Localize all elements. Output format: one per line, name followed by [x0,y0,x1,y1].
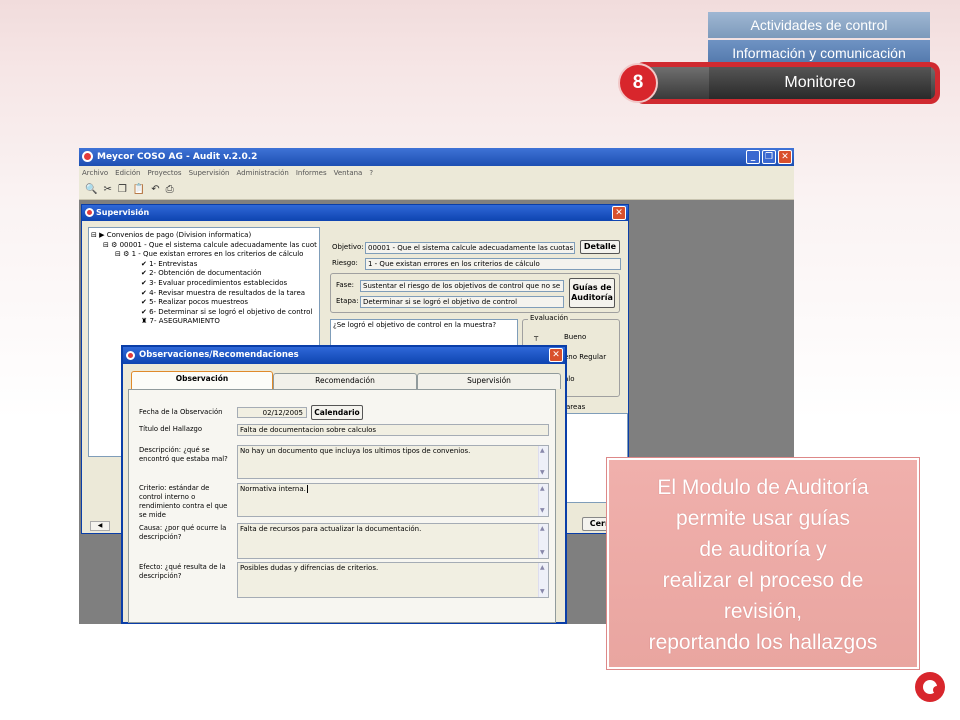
cut-icon[interactable]: ✂ [103,184,111,195]
caption-line: de auditoría y [699,538,827,561]
caption-line: permite usar guías [676,507,850,530]
caption-box: El Modulo de Auditoría permite usar guía… [606,457,920,670]
scrollbar[interactable] [538,563,548,597]
tree-node[interactable]: ⊟ ⚙ 1 - Que existan errores en los crite… [91,250,317,260]
etapa-field[interactable]: Determinar si se logró el objetivo de co… [360,296,564,308]
app-title: Meycor COSO AG - Audit v.2.0.2 [97,152,258,162]
fase-label: Fase: [336,281,354,289]
titulo-field[interactable]: Falta de documentacion sobre calculos [237,424,549,436]
tree-node[interactable]: ♜ 7- ASEGURAMIENTO [91,317,317,327]
search-icon[interactable]: 🔍 [85,184,97,195]
caption-line: realizar el proceso de [662,569,864,592]
criterio-field[interactable]: Normativa interna. [237,483,549,517]
efecto-label: Efecto: ¿qué resulta de la descripción? [139,563,226,580]
detalle-button[interactable]: Detalle [580,240,620,254]
menu-informes[interactable]: Informes [296,166,327,180]
question-box[interactable]: ¿Se logró el objetivo de control en la m… [330,319,518,347]
menu-ventana[interactable]: Ventana [334,166,363,180]
tareas-tab[interactable]: areas [566,403,585,411]
observations-titlebar: Observaciones/Recomendaciones ✕ [123,347,565,364]
slider-handle-icon[interactable]: ┬ [534,333,538,341]
minimize-icon[interactable]: _ [746,150,760,164]
copy-icon[interactable]: ❐ [118,184,127,195]
caption-line: El Modulo de Auditoría [657,476,869,499]
tab-observacion[interactable]: Observación [131,371,273,389]
window-icon [85,208,94,217]
close-icon[interactable]: ✕ [778,150,792,164]
scrollbar[interactable] [538,484,548,516]
evaluacion-label: Evaluación [528,314,571,322]
menu-help[interactable]: ? [369,166,373,180]
tab-supervision[interactable]: Supervisión [417,373,561,389]
riesgo-label: Riesgo: [332,259,358,267]
guias-auditoria-button[interactable]: Guías de Auditoría [569,278,615,308]
toolbar: 🔍 ✂ ❐ 📋 ↶ ⎙ [79,180,794,200]
tree-node[interactable]: ⊟ ▶ Convenios de pago (Division informat… [91,231,317,241]
caption-line: revisión, [723,600,803,623]
step-number-badge: 8 [618,63,658,103]
menu-administracion[interactable]: Administración [236,166,288,180]
menu-edicion[interactable]: Edición [115,166,140,180]
fecha-label: Fecha de la Observación [139,408,223,416]
efecto-field[interactable]: Posibles dudas y difrencias de criterios… [237,562,549,598]
eval-option-regular: eno Regular [564,353,607,361]
close-icon[interactable]: ✕ [549,348,563,362]
titulo-label: Título del Hallazgo [139,425,203,433]
eval-option-bueno: Bueno [564,333,587,341]
scroll-left-icon[interactable]: ◀ [90,521,110,531]
causa-label: Causa: ¿por qué ocurre la descripción? [139,524,227,541]
etapa-label: Etapa: [336,297,359,305]
brand-logo-icon [915,672,945,702]
undo-icon[interactable]: ↶ [151,184,159,195]
tree-node[interactable]: ✔ 3- Evaluar procedimientos establecidos [91,279,317,289]
tree-node[interactable]: ⊟ ⚙ 00001 - Que el sistema calcule adecu… [91,241,317,251]
fase-field[interactable]: Sustentar el riesgo de los objetivos de … [360,280,564,292]
supervision-title: Supervisión [96,208,150,217]
tree-node[interactable]: ✔ 6- Determinar si se logró el objetivo … [91,308,317,318]
tree-node[interactable]: ✔ 2- Obtención de documentación [91,269,317,279]
supervision-titlebar: Supervisión ✕ [82,205,628,221]
tree-node[interactable]: ✔ 1- Entrevistas [91,260,317,270]
menu-archivo[interactable]: Archivo [82,166,108,180]
restore-icon[interactable]: ❐ [762,150,776,164]
paste-icon[interactable]: 📋 [133,184,145,195]
app-icon [82,151,93,162]
observations-title: Observaciones/Recomendaciones [139,350,299,360]
menu-proyectos[interactable]: Proyectos [148,166,182,180]
observations-dialog: Observaciones/Recomendaciones ✕ Observac… [121,345,567,624]
app-titlebar: Meycor COSO AG - Audit v.2.0.2 _ ❐ ✕ [79,148,794,166]
scrollbar[interactable] [538,446,548,478]
tree-node[interactable]: ✔ 4- Revisar muestra de resultados de la… [91,289,317,299]
objetivo-label: Objetivo: [332,243,364,251]
nav-item-monitoreo[interactable]: Monitoreo [709,67,931,99]
observacion-panel: Fecha de la Observación 02/12/2005 Calen… [128,389,556,623]
objetivo-field[interactable]: 00001 - Que el sistema calcule adecuadam… [365,242,575,254]
print-icon[interactable]: ⎙ [166,184,174,195]
nav-item-actividades-control[interactable]: Actividades de control [708,12,930,38]
menu-supervision[interactable]: Supervisión [189,166,230,180]
tab-recomendacion[interactable]: Recomendación [273,373,417,389]
tree-node[interactable]: ✔ 5- Realizar pocos muestreos [91,298,317,308]
window-icon [126,351,135,360]
criterio-label: Criterio: estándar de control interno o … [139,484,228,519]
calendario-button[interactable]: Calendario [311,405,363,420]
scrollbar[interactable] [538,524,548,558]
close-icon[interactable]: ✕ [612,206,626,220]
descripcion-label: Descripción: ¿qué se encontró que estaba… [139,446,228,463]
riesgo-field[interactable]: 1 - Que existan errores en los criterios… [365,258,621,270]
caption-line: reportando los hallazgos [648,631,878,654]
causa-field[interactable]: Falta de recursos para actualizar la doc… [237,523,549,559]
fecha-field[interactable]: 02/12/2005 [237,407,307,418]
menu-bar: Archivo Edición Proyectos Supervisión Ad… [79,166,794,180]
descripcion-field[interactable]: No hay un documento que incluya los ulti… [237,445,549,479]
